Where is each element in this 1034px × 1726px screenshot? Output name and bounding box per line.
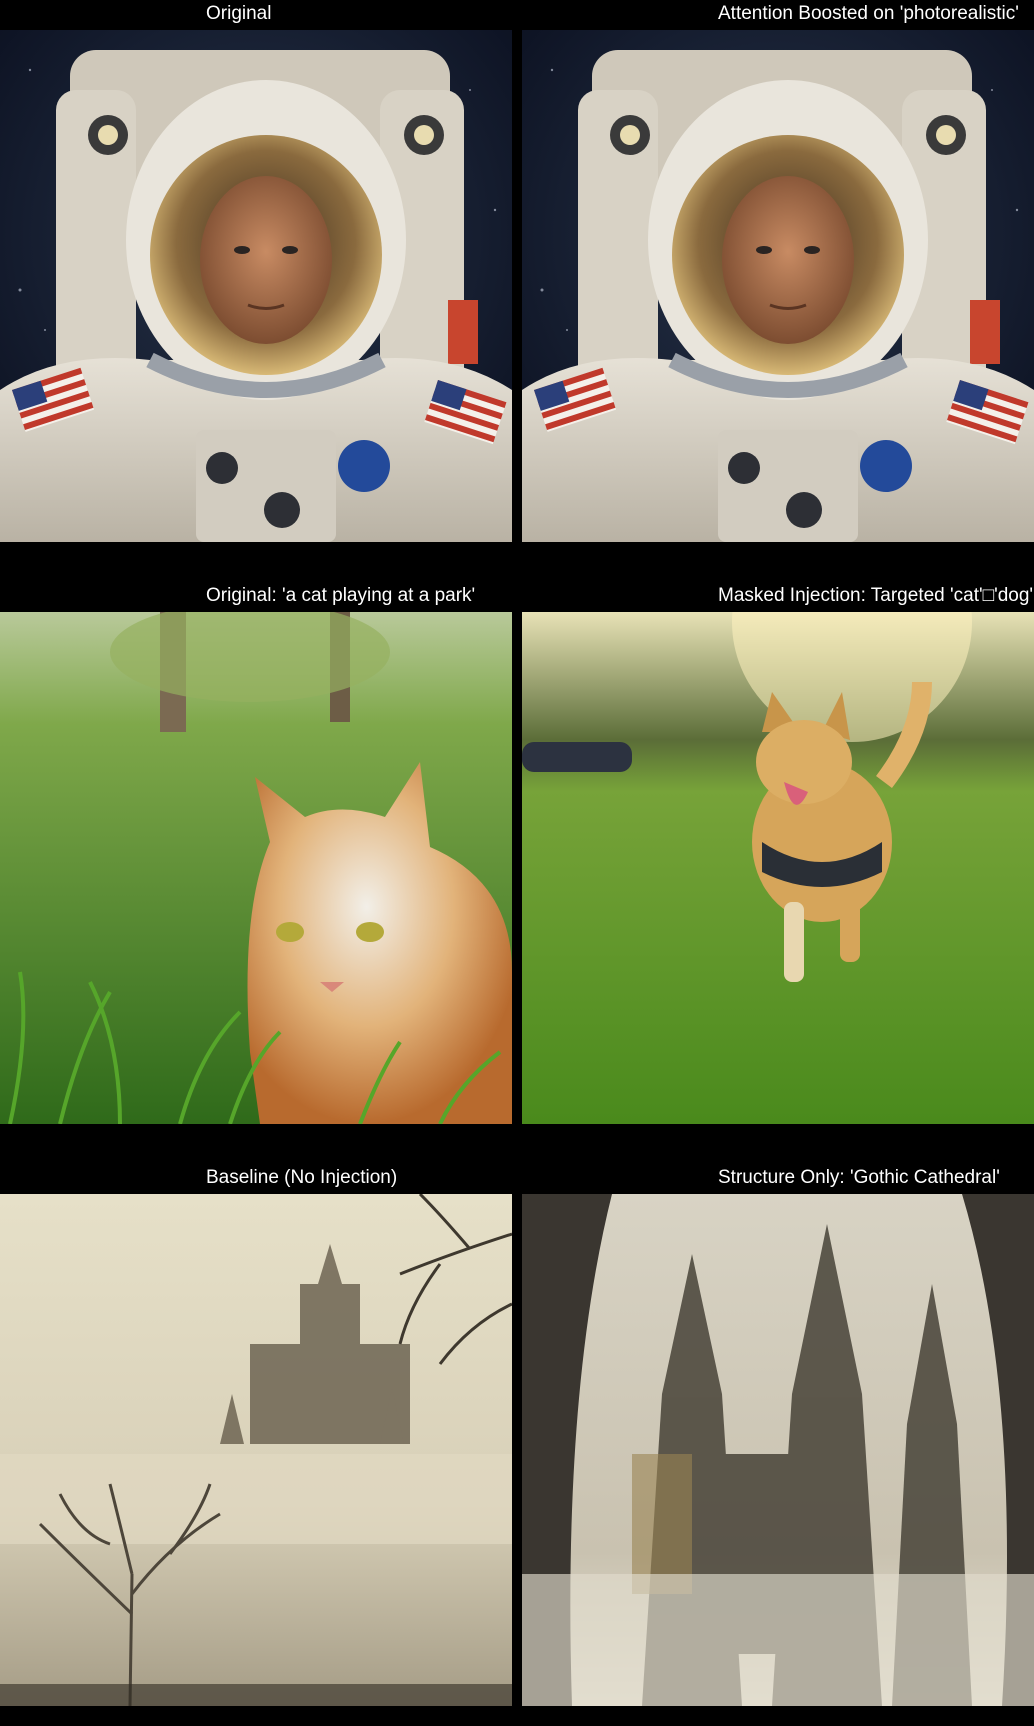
caption-attention-boosted: Attention Boosted on 'photorealistic' <box>718 3 1019 24</box>
caption-masked-injection: Masked Injection: Targeted 'cat'□'dog' <box>718 585 1034 606</box>
astronaut-attention-boosted-image <box>522 30 1034 542</box>
caption-original: Original <box>206 3 272 24</box>
dog-masked-injection-image <box>522 612 1034 1124</box>
cat-original-image <box>0 612 512 1124</box>
caption-original-cat: Original: 'a cat playing at a park' <box>206 585 476 606</box>
misty-castle-baseline-image <box>0 1194 512 1706</box>
gothic-cathedral-structure-image <box>522 1194 1034 1706</box>
caption-baseline: Baseline (No Injection) <box>206 1167 398 1188</box>
caption-structure-only: Structure Only: 'Gothic Cathedral' <box>718 1167 1000 1188</box>
astronaut-original-image <box>0 30 512 542</box>
